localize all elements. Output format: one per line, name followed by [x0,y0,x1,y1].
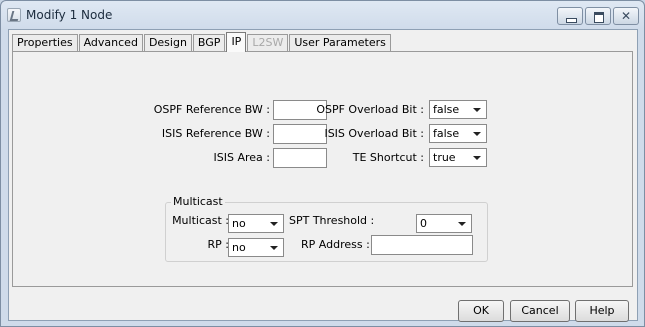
multicast-value: no [232,217,246,230]
ok-button[interactable]: OK [458,300,504,322]
dialog-window: Modify 1 Node ✕ Properties Advanced Desi… [0,0,645,327]
close-icon: ✕ [620,9,632,23]
rp-select[interactable]: no [228,238,284,257]
tab-bar: Properties Advanced Design BGP IP L2SW U… [12,32,391,52]
ospf-overload-bit-select[interactable]: false [429,100,487,119]
te-shortcut-value: true [433,151,456,164]
ip-tab-panel: OSPF Reference BW : ISIS Reference BW : … [12,51,633,287]
tab-user-parameters[interactable]: User Parameters [289,34,391,52]
isis-overload-bit-select[interactable]: false [429,124,487,143]
spt-threshold-label: SPT Threshold : [289,214,375,227]
isis-reference-bw-input[interactable] [273,124,327,144]
spt-threshold-value: 0 [420,217,427,230]
ospf-reference-bw-label: OSPF Reference BW : [153,103,270,116]
spt-threshold-select[interactable]: 0 [416,214,472,233]
tab-advanced[interactable]: Advanced [78,34,143,52]
ospf-overload-bit-value: false [433,103,460,116]
ospf-overload-bit-label: OSPF Overload Bit : [316,103,424,116]
isis-area-label: ISIS Area : [213,151,270,164]
isis-overload-bit-value: false [433,127,460,140]
te-shortcut-label: TE Shortcut : [352,151,424,164]
chevron-down-icon [473,132,481,136]
chevron-down-icon [473,108,481,112]
multicast-select[interactable]: no [228,214,284,233]
tab-design[interactable]: Design [143,34,192,52]
close-button[interactable]: ✕ [613,7,639,25]
cancel-button[interactable]: Cancel [510,300,570,322]
tab-properties[interactable]: Properties [12,34,78,52]
isis-reference-bw-label: ISIS Reference BW : [161,127,270,140]
multicast-group-title: Multicast [171,195,225,208]
chevron-down-icon [458,222,466,226]
tab-l2sw: L2SW [247,34,289,52]
app-icon [7,8,21,22]
multicast-label: Multicast : [172,214,229,227]
tab-bgp[interactable]: BGP [192,34,226,52]
rp-label: RP : [207,238,229,251]
title-bar[interactable]: Modify 1 Node ✕ [1,1,644,31]
chevron-down-icon [270,222,278,226]
isis-area-input[interactable] [273,148,327,168]
rp-address-input[interactable] [371,235,473,255]
chevron-down-icon [473,156,481,160]
dialog-body: Properties Advanced Design BGP IP L2SW U… [8,29,638,322]
help-button[interactable]: Help [575,300,629,322]
minimize-icon[interactable] [557,7,583,25]
te-shortcut-select[interactable]: true [429,148,487,167]
tab-ip[interactable]: IP [226,32,247,52]
isis-overload-bit-label: ISIS Overload Bit : [324,127,424,140]
rp-value: no [232,241,246,254]
chevron-down-icon [270,246,278,250]
rp-address-label: RP Address : [301,238,370,251]
maximize-icon[interactable] [585,7,611,25]
window-title: Modify 1 Node [26,8,113,22]
